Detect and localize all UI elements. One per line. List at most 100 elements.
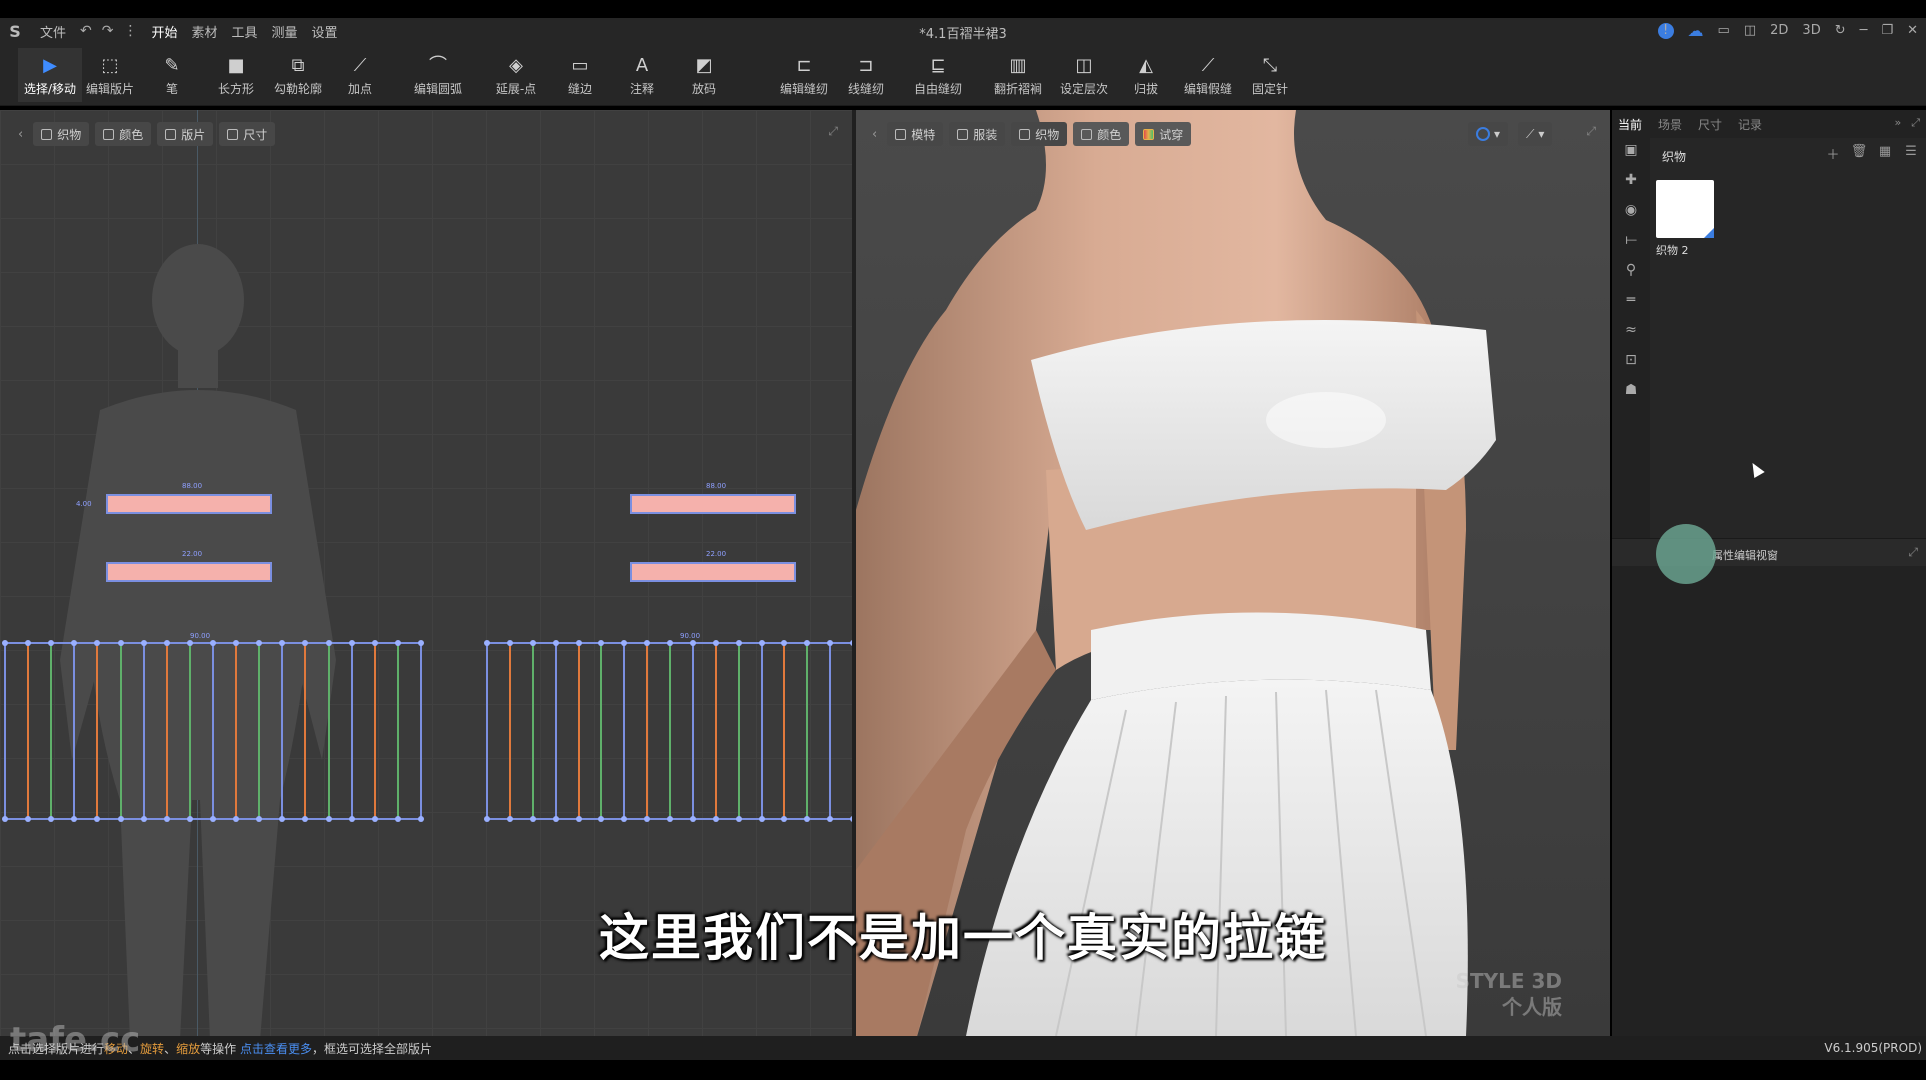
pattern-point[interactable] bbox=[371, 640, 378, 646]
pattern-point[interactable] bbox=[484, 640, 490, 646]
tab-avatar-3d[interactable]: 模特 bbox=[887, 122, 944, 146]
double-chevron-icon[interactable]: » bbox=[1894, 116, 1901, 130]
fabric-list-icon[interactable]: ▣ bbox=[1624, 142, 1637, 158]
pattern-piece-skirt-back[interactable] bbox=[484, 640, 852, 822]
menu-start[interactable]: 开始 bbox=[151, 22, 177, 41]
pin-icon[interactable]: ⚲ bbox=[1626, 262, 1636, 278]
pattern-point[interactable] bbox=[163, 640, 170, 646]
pattern-point[interactable] bbox=[25, 640, 32, 646]
topstitch-icon[interactable]: ═ bbox=[1627, 292, 1635, 308]
pattern-piece-skirt-front[interactable] bbox=[2, 640, 424, 822]
redo-icon[interactable]: ↷ bbox=[102, 23, 114, 39]
pattern-piece-top-right-2[interactable] bbox=[630, 562, 796, 582]
close-icon[interactable]: ✕ bbox=[1907, 23, 1918, 38]
refresh-icon[interactable]: ↻ bbox=[1835, 23, 1846, 38]
split-view-icon[interactable]: ◫ bbox=[1744, 23, 1756, 38]
tab-color-2d[interactable]: 颜色 bbox=[95, 122, 152, 146]
tool-6-button[interactable]: ⌒ 编辑圆弧 bbox=[406, 48, 470, 102]
zipper-icon[interactable]: ⟝ bbox=[1625, 232, 1637, 248]
pattern-point[interactable] bbox=[712, 816, 719, 822]
expand-icon[interactable]: ⤢ bbox=[1908, 545, 1918, 560]
pattern-point[interactable] bbox=[689, 640, 696, 646]
info-icon[interactable]: ! bbox=[1657, 22, 1674, 39]
menu-settings[interactable]: 设置 bbox=[312, 22, 338, 41]
pattern-point[interactable] bbox=[575, 816, 582, 822]
pattern-point[interactable] bbox=[394, 816, 401, 822]
pattern-point[interactable] bbox=[140, 816, 147, 822]
pattern-point[interactable] bbox=[325, 816, 332, 822]
grid-view-icon[interactable]: ▦ bbox=[1876, 144, 1894, 162]
tool-3-button[interactable]: ■ 长方形 bbox=[204, 48, 268, 102]
tool-1-button[interactable]: ⬚ 编辑版片 bbox=[78, 48, 142, 102]
pattern-piece-top-left-1[interactable] bbox=[106, 494, 272, 514]
pattern-point[interactable] bbox=[781, 640, 788, 646]
tab-scene[interactable]: 场景 bbox=[1658, 116, 1682, 133]
brush-tool-button[interactable]: ⟋ ▾ bbox=[1518, 122, 1553, 146]
button-icon[interactable]: ✚ bbox=[1625, 172, 1637, 188]
tab-garment-3d[interactable]: 服装 bbox=[949, 122, 1006, 146]
view-2d-button[interactable]: 2D bbox=[1770, 23, 1788, 38]
pattern-point[interactable] bbox=[210, 640, 216, 646]
pattern-point[interactable] bbox=[279, 640, 286, 646]
tool-15-button[interactable]: ◫ 设定层次 bbox=[1052, 48, 1116, 102]
pattern-point[interactable] bbox=[2, 816, 8, 822]
list-view-icon[interactable]: ☰ bbox=[1902, 144, 1920, 162]
tool-17-button[interactable]: ⟋ 编辑假缝 bbox=[1176, 48, 1240, 102]
pattern-point[interactable] bbox=[210, 816, 216, 822]
pattern-point[interactable] bbox=[758, 816, 765, 822]
tab-fabric-2d[interactable]: 织物 bbox=[33, 122, 90, 146]
simulation-toggle-button[interactable]: ▾ bbox=[1468, 122, 1509, 146]
pattern-point[interactable] bbox=[94, 640, 101, 646]
pattern-point[interactable] bbox=[621, 640, 628, 646]
pattern-point[interactable] bbox=[325, 640, 332, 646]
tool-14-button[interactable]: ▥ 翻折褶裥 bbox=[986, 48, 1050, 102]
expand-3d-icon[interactable]: ⤢ bbox=[1586, 124, 1596, 139]
pattern-point[interactable] bbox=[163, 816, 170, 822]
pattern-point[interactable] bbox=[140, 640, 147, 646]
menu-measure[interactable]: 测量 bbox=[272, 22, 298, 41]
pattern-point[interactable] bbox=[689, 816, 696, 822]
fabric-thumbnail[interactable] bbox=[1656, 180, 1714, 238]
trim-icon[interactable]: ⊡ bbox=[1625, 352, 1637, 368]
pattern-point[interactable] bbox=[418, 816, 424, 822]
pattern-point[interactable] bbox=[186, 640, 193, 646]
pattern-point[interactable] bbox=[552, 640, 559, 646]
pattern-point[interactable] bbox=[598, 640, 605, 646]
pattern-point[interactable] bbox=[48, 640, 55, 646]
pattern-point[interactable] bbox=[644, 640, 651, 646]
pattern-point[interactable] bbox=[117, 640, 124, 646]
cloud-icon[interactable]: ☁ bbox=[1688, 21, 1704, 40]
pattern-point[interactable] bbox=[484, 816, 490, 822]
stitch-icon[interactable]: ≈ bbox=[1625, 322, 1637, 338]
pattern-point[interactable] bbox=[575, 640, 582, 646]
pattern-point[interactable] bbox=[529, 816, 536, 822]
pattern-point[interactable] bbox=[827, 640, 834, 646]
tool-7-button[interactable]: ◈ 延展-点 bbox=[484, 48, 548, 102]
pattern-point[interactable] bbox=[735, 816, 742, 822]
pattern-point[interactable] bbox=[552, 816, 559, 822]
pattern-point[interactable] bbox=[712, 640, 719, 646]
pattern-point[interactable] bbox=[117, 816, 124, 822]
undo-icon[interactable]: ↶ bbox=[80, 23, 92, 39]
tool-0-button[interactable]: ▶ 选择/移动 bbox=[18, 48, 82, 102]
pattern-point[interactable] bbox=[2, 640, 8, 646]
tool-16-button[interactable]: ◭ 归拔 bbox=[1114, 48, 1178, 102]
pattern-point[interactable] bbox=[302, 640, 309, 646]
expand-icon[interactable]: ⤢ bbox=[1911, 116, 1920, 130]
pattern-point[interactable] bbox=[418, 640, 424, 646]
pattern-point[interactable] bbox=[233, 640, 240, 646]
collapse-icon[interactable]: ‹ bbox=[872, 127, 877, 142]
pattern-point[interactable] bbox=[667, 816, 673, 822]
tab-size-2d[interactable]: 尺寸 bbox=[219, 122, 276, 146]
tab-size[interactable]: 尺寸 bbox=[1698, 116, 1722, 133]
avatar-icon[interactable]: ☗ bbox=[1625, 382, 1638, 398]
restore-icon[interactable]: ❐ bbox=[1881, 23, 1893, 38]
tool-18-button[interactable]: ⤡ 固定针 bbox=[1238, 48, 1302, 102]
tab-color-3d[interactable]: 颜色 bbox=[1073, 122, 1130, 146]
layout-icon[interactable]: ▭ bbox=[1718, 23, 1730, 38]
pattern-point[interactable] bbox=[804, 640, 811, 646]
pattern-piece-top-left-2[interactable] bbox=[106, 562, 272, 582]
tab-fabric-3d[interactable]: 织物 bbox=[1011, 122, 1068, 146]
delete-icon[interactable]: 🗑 bbox=[1850, 144, 1868, 162]
pattern-point[interactable] bbox=[667, 640, 673, 646]
